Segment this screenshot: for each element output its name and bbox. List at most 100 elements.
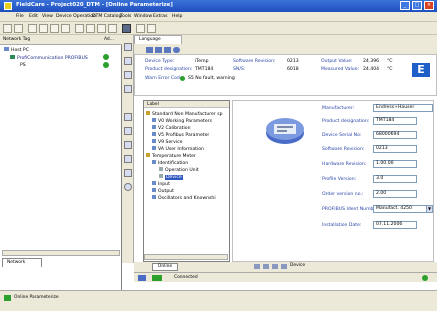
copy-icon[interactable] [50, 24, 59, 33]
nav-last-icon[interactable] [281, 264, 287, 269]
clock-icon[interactable] [124, 183, 132, 191]
upload-icon[interactable] [97, 24, 106, 33]
tree-node-device[interactable]: Device [159, 174, 183, 180]
chevron-down-icon[interactable]: ▼ [426, 205, 433, 213]
connect-icon[interactable] [75, 24, 84, 33]
tree-node-v5[interactable]: V5 Profibus Parameter [152, 132, 209, 138]
folder-icon [152, 118, 156, 122]
online-led-icon [422, 275, 428, 281]
tree-node-input[interactable]: Input [152, 181, 170, 187]
hardware-revision-field[interactable]: 1.00.00 [373, 160, 417, 168]
language-tab[interactable]: Language [134, 35, 182, 44]
menu-extras[interactable]: Extras [153, 14, 168, 19]
tree-node-va[interactable]: VA User Information [152, 146, 204, 152]
open-icon[interactable] [14, 24, 23, 33]
serial-label: SN/S: [233, 67, 246, 72]
lang-icon-2[interactable] [155, 47, 162, 53]
tab-online[interactable]: Online [152, 263, 178, 271]
status-connected-icon [103, 54, 109, 60]
menu-view[interactable]: View [42, 14, 53, 19]
tree-node-v0[interactable]: V0 Working Parameters [152, 118, 212, 124]
manufacturer-label: Manufacturer: [322, 106, 355, 111]
minimize-button[interactable]: _ [400, 1, 410, 10]
network-tag-header[interactable]: Network Tag [3, 37, 30, 42]
software-revision-field-label: Software Revision: [322, 147, 365, 152]
paste-icon[interactable] [61, 24, 70, 33]
software-revision-field[interactable]: 0213 [373, 145, 417, 153]
setting-icon[interactable] [124, 85, 132, 93]
close-button[interactable]: × [424, 1, 434, 10]
tree-node-temperature[interactable]: Temperature Meter [146, 153, 196, 159]
menu-file[interactable]: File [16, 14, 24, 19]
refresh-icon[interactable] [173, 47, 180, 53]
flag-icon[interactable] [124, 155, 132, 163]
func-icon[interactable] [124, 43, 132, 51]
computer-icon [4, 47, 9, 51]
print-icon[interactable] [122, 24, 131, 33]
bottom-tabbar: Online Device [134, 262, 437, 272]
menu-tools[interactable]: Tools [120, 14, 131, 19]
folder-icon [152, 146, 156, 150]
menu-dtm-catalog[interactable]: DTM Catalog [92, 14, 121, 19]
menu-window[interactable]: Window [134, 14, 152, 19]
tree-profibus[interactable]: ProfiCommunication PROFIBUS [10, 55, 88, 61]
transmitter-image [266, 118, 304, 144]
tool-icon[interactable] [124, 71, 132, 79]
manufacturer-field[interactable]: Endress+Hauser [373, 104, 433, 112]
compare-icon[interactable] [124, 169, 132, 177]
maximize-button[interactable]: □ [412, 1, 422, 10]
parameter-icon[interactable] [136, 24, 145, 33]
product-designation-field[interactable]: TMT184 [373, 117, 417, 125]
measure-icon[interactable] [124, 113, 132, 121]
tree-node-oscillators[interactable]: Oscillators and Knownshi [152, 195, 216, 201]
help-icon[interactable] [147, 24, 156, 33]
online-param-icon [4, 295, 11, 301]
tree-node-v2[interactable]: V2 Calibration [152, 125, 191, 131]
tree-host-pc[interactable]: Host PC [4, 47, 29, 53]
network-tab[interactable]: Network [2, 258, 42, 267]
new-icon[interactable] [3, 24, 12, 33]
tree-node-v9[interactable]: V9 Service [152, 139, 183, 145]
menu-device-operation[interactable]: Device Operation [56, 14, 96, 19]
scan-icon[interactable] [124, 57, 132, 65]
tree-node-output[interactable]: Output [152, 188, 174, 194]
nav-prev-icon[interactable] [263, 264, 269, 269]
download-icon[interactable] [108, 24, 117, 33]
nav-next-icon[interactable] [272, 264, 278, 269]
cut-icon[interactable] [39, 24, 48, 33]
measured-unit: °C [387, 67, 393, 72]
measured-value: 24.404 [363, 67, 380, 72]
nav-first-icon[interactable] [254, 264, 260, 269]
lang-icon-3[interactable] [164, 47, 171, 53]
menu-help[interactable]: Help [172, 14, 182, 19]
device-type-label: Device Type: [145, 59, 175, 64]
serial-no-field[interactable]: 68000694 [373, 131, 417, 139]
tree-node-identification[interactable]: Identification [152, 160, 188, 166]
tree-node-standard[interactable]: Standard Non Manufacturer sp [146, 111, 223, 117]
menu-bar: File Edit View Device Operation DTM Cata… [0, 12, 437, 22]
folder-icon [146, 111, 150, 115]
diagnose-icon[interactable] [124, 127, 132, 135]
network-hscrollbar[interactable] [2, 250, 120, 256]
status-bar-item[interactable]: Online Parameterize [14, 295, 59, 300]
hardware-revision-label: Hardware Revision: [322, 162, 367, 167]
lang-icon-1[interactable] [146, 47, 153, 53]
device-header: Device Type: iTemp Product designation: … [134, 54, 437, 96]
profibus-ident-select[interactable]: Manufact. 4250 ▼ [373, 205, 433, 213]
tree-node-operation-unit[interactable]: Operation Unit [159, 167, 199, 173]
tab-device[interactable]: Device [290, 263, 305, 268]
tree-hscrollbar[interactable] [144, 254, 228, 260]
save-icon[interactable] [28, 24, 37, 33]
menu-edit[interactable]: Edit [29, 14, 38, 19]
folder-icon [146, 153, 150, 157]
tree-device[interactable]: PS [20, 63, 26, 68]
software-revision-label: Software Revision: [233, 59, 276, 64]
disconnect-icon[interactable] [86, 24, 95, 33]
print-doc-icon[interactable] [124, 141, 132, 149]
status-value: S5 No fault, warning [188, 76, 235, 81]
installation-date-field[interactable]: 07.11.2006 [373, 221, 417, 229]
page-icon [159, 167, 163, 171]
address-column-header[interactable]: Ad... [104, 37, 114, 42]
order-version-field[interactable]: 2.00 [373, 190, 417, 198]
profile-version-field[interactable]: 3.0 [373, 175, 417, 183]
